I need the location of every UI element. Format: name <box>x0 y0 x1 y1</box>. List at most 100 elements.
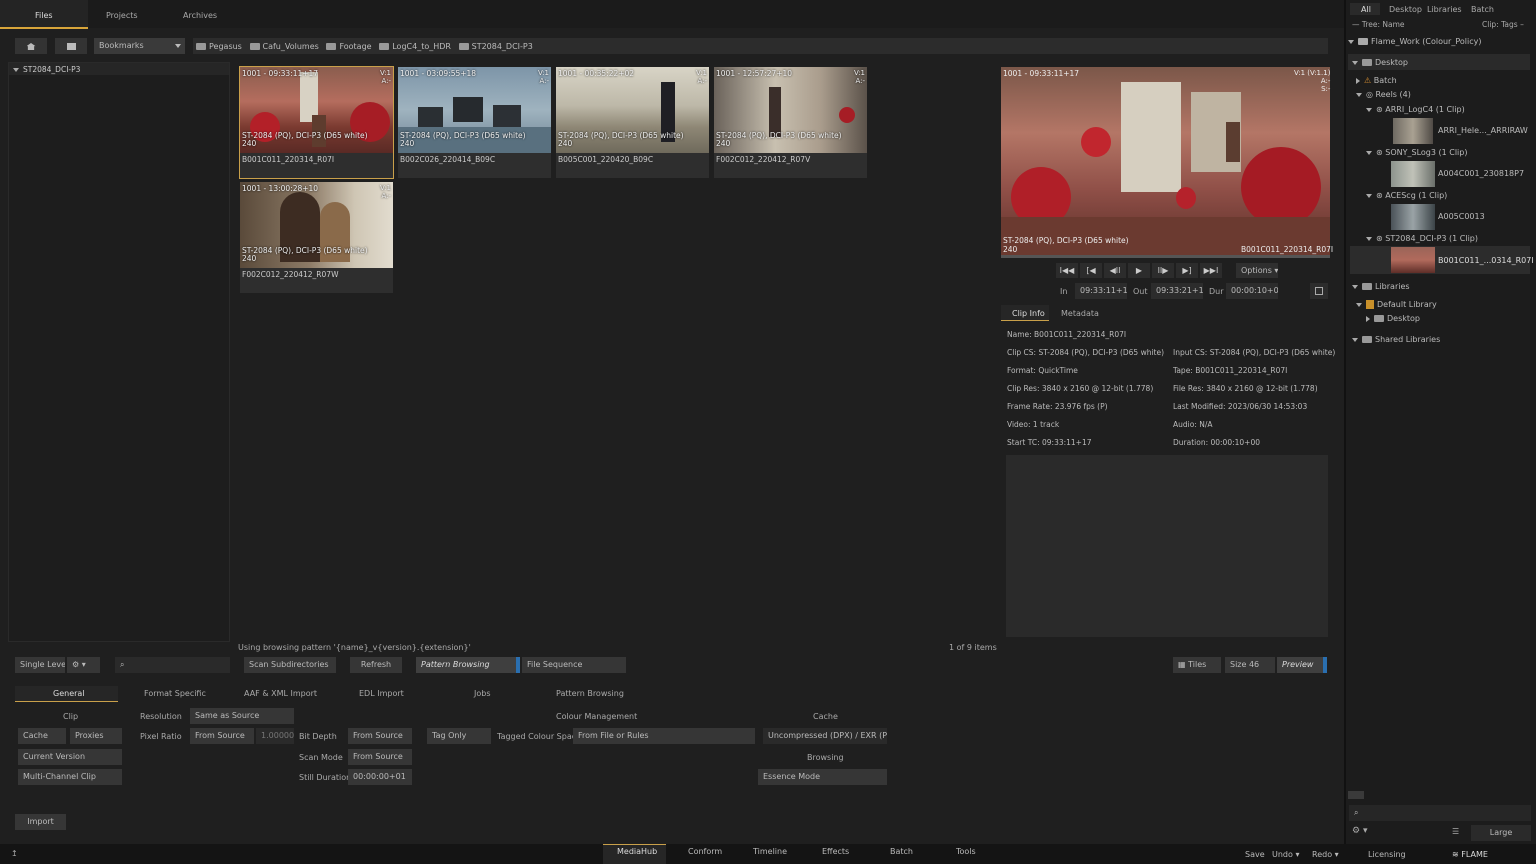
step-back-button[interactable]: ◀II <box>1104 263 1126 278</box>
multi-channel-clip-toggle[interactable]: Multi-Channel Clip <box>18 769 122 785</box>
pixel-ratio-dropdown[interactable]: From Source <box>190 728 254 744</box>
tree-libraries[interactable]: Libraries <box>1352 282 1534 296</box>
tree-shared-libraries[interactable]: Shared Libraries <box>1352 335 1534 349</box>
prev-mark-button[interactable]: [◀ <box>1080 263 1102 278</box>
tab-batch[interactable]: Batch <box>1471 5 1494 14</box>
tab-format-specific[interactable]: Format Specific <box>144 689 206 698</box>
tab-desktop[interactable]: Desktop <box>1389 5 1422 14</box>
tab-archives[interactable]: Archives <box>183 11 217 20</box>
options-dropdown[interactable]: Options ▾ <box>1236 263 1278 278</box>
tree-reels[interactable]: ◎ Reels (4) <box>1356 90 1536 104</box>
tree-library-desktop[interactable]: Desktop <box>1366 314 1536 328</box>
tab-edl-import[interactable]: EDL Import <box>359 689 404 698</box>
proxies-toggle[interactable]: Proxies <box>70 728 122 744</box>
tree-reel[interactable]: ⊛ ACEScg (1 Clip) <box>1366 191 1536 205</box>
preview-toggle[interactable]: Preview <box>1277 657 1327 673</box>
cache-toggle[interactable]: Cache <box>18 728 66 744</box>
tree-reel[interactable]: ⊛ SONY_SLog3 (1 Clip) <box>1366 148 1536 162</box>
single-level-button[interactable]: Single Level <box>15 657 65 673</box>
tree-default-library[interactable]: Default Library <box>1356 300 1536 314</box>
arrow-up-icon[interactable]: ↥ <box>11 849 18 858</box>
still-duration-field[interactable]: 00:00:00+01 <box>348 769 412 785</box>
in-timecode-field[interactable]: 09:33:11+17 <box>1075 283 1127 299</box>
tab-jobs[interactable]: Jobs <box>474 689 491 698</box>
tree-batch[interactable]: ⚠ Batch <box>1356 76 1536 90</box>
undo-button[interactable]: Undo ▾ <box>1272 850 1299 859</box>
fullscreen-button[interactable] <box>1310 283 1328 299</box>
tab-effects[interactable]: Effects <box>822 847 849 856</box>
tab-aaf-xml-import[interactable]: AAF & XML Import <box>244 689 317 698</box>
tree-clip[interactable]: B001C011_...0314_R07I <box>1438 256 1534 270</box>
clip-tile[interactable]: 1001 - 12:57:27+10 V:1 A:- ST-2084 (PQ), … <box>714 67 867 178</box>
clip-tile[interactable]: 1001 - 03:09:55+18 V:1 A:- ST-2084 (PQ), … <box>398 67 551 178</box>
current-version-dropdown[interactable]: Current Version <box>18 749 122 765</box>
tiles-button[interactable]: ▦ Tiles <box>1173 657 1221 673</box>
cache-format-dropdown[interactable]: Uncompressed (DPX) / EXR (PIZ) <box>763 728 887 744</box>
size-slider[interactable]: Size 46 <box>1225 657 1275 673</box>
tree-clip[interactable]: A004C001_230818P7 <box>1438 169 1530 183</box>
save-button[interactable]: Save <box>1245 850 1265 859</box>
resolution-dropdown[interactable]: Same as Source <box>190 708 294 724</box>
thumbnail-size-dropdown[interactable]: Large <box>1471 825 1531 841</box>
import-button[interactable]: Import <box>15 814 66 830</box>
scan-subdirectories-toggle[interactable]: Scan Subdirectories <box>244 657 336 673</box>
play-button[interactable]: ▶ <box>1128 263 1150 278</box>
settings-dropdown[interactable]: ⚙ ▾ <box>67 657 100 673</box>
preview-viewer[interactable] <box>1001 67 1330 255</box>
pattern-browsing-toggle[interactable]: Pattern Browsing <box>416 657 520 673</box>
tab-batch-bottom[interactable]: Batch <box>890 847 913 856</box>
breadcrumb-item[interactable]: Cafu_Volumes <box>263 42 319 51</box>
breadcrumb-item[interactable]: Pegasus <box>209 42 242 51</box>
essence-mode-toggle[interactable]: Essence Mode <box>758 769 887 785</box>
bit-depth-dropdown[interactable]: From Source <box>348 728 412 744</box>
tab-files[interactable]: Files <box>35 11 53 20</box>
preview-scrubber[interactable] <box>1001 255 1330 258</box>
search-input[interactable]: ⌕ <box>115 657 230 673</box>
home-button[interactable] <box>15 38 47 54</box>
tagged-colour-space-dropdown[interactable]: From File or Rules <box>573 728 755 744</box>
breadcrumb-item[interactable]: ST2084_DCI-P3 <box>472 42 533 51</box>
clip-tile[interactable]: 1001 - 09:33:11+17 V:1 A:- ST-2084 (PQ), … <box>239 66 394 179</box>
redo-button[interactable]: Redo ▾ <box>1312 850 1339 859</box>
clip-tags-label[interactable]: Clip: Tags – <box>1482 20 1524 29</box>
tree-reel[interactable]: ⊛ ARRI_LogC4 (1 Clip) <box>1366 105 1536 119</box>
tab-metadata[interactable]: Metadata <box>1061 309 1099 318</box>
tree-workspace[interactable]: Flame_Work (Colour_Policy) <box>1348 37 1530 51</box>
tab-libraries[interactable]: Libraries <box>1427 5 1462 14</box>
tag-only-dropdown[interactable]: Tag Only <box>427 728 491 744</box>
tab-mediahub[interactable]: MediaHub <box>617 847 657 856</box>
list-view-icon[interactable]: ☰ <box>1452 827 1459 836</box>
tab-conform[interactable]: Conform <box>688 847 722 856</box>
tab-general[interactable]: General <box>53 689 85 698</box>
tab-all[interactable]: All <box>1361 5 1371 14</box>
tab-clip-info[interactable]: Clip Info <box>1012 309 1045 318</box>
file-sequence-toggle[interactable]: File Sequence <box>522 657 626 673</box>
scrollbar[interactable] <box>1348 791 1364 799</box>
out-timecode-field[interactable]: 09:33:21+17 <box>1151 283 1203 299</box>
tab-projects[interactable]: Projects <box>106 11 138 20</box>
goto-end-button[interactable]: ▶▶I <box>1200 263 1222 278</box>
dur-timecode-field[interactable]: 00:00:10+00 <box>1226 283 1278 299</box>
pixel-ratio-field[interactable]: 1.000000 <box>256 728 294 744</box>
back-folder-button[interactable] <box>55 38 87 54</box>
bookmarks-dropdown[interactable]: Bookmarks <box>94 38 185 54</box>
licensing-button[interactable]: Licensing <box>1368 850 1406 859</box>
tab-tools[interactable]: Tools <box>956 847 976 856</box>
library-settings-button[interactable]: ⚙ ▾ <box>1352 826 1367 836</box>
tab-pattern-browsing[interactable]: Pattern Browsing <box>556 689 624 698</box>
next-mark-button[interactable]: ▶] <box>1176 263 1198 278</box>
goto-start-button[interactable]: I◀◀ <box>1056 263 1078 278</box>
clip-tile[interactable]: 1001 - 00:35:22+02 V:1 A:- ST-2084 (PQ), … <box>556 67 709 178</box>
step-forward-button[interactable]: II▶ <box>1152 263 1174 278</box>
tree-clip[interactable]: A005C0013 <box>1438 212 1530 226</box>
breadcrumb-item[interactable]: LogC4_to_HDR <box>392 42 451 51</box>
tree-clip[interactable]: ARRI_Hele..._ARRIRAW <box>1438 126 1530 140</box>
refresh-button[interactable]: Refresh <box>350 657 402 673</box>
clip-tile[interactable]: 1001 - 13:00:28+10 V:1 A:- ST-2084 (PQ), … <box>240 182 393 293</box>
library-search-input[interactable]: ⌕ <box>1349 805 1531 821</box>
scan-mode-dropdown[interactable]: From Source <box>348 749 412 765</box>
tree-desktop[interactable]: Desktop <box>1352 58 1534 72</box>
tab-timeline[interactable]: Timeline <box>753 847 787 856</box>
breadcrumb-item[interactable]: Footage <box>339 42 371 51</box>
folder-tree-root[interactable]: ST2084_DCI-P3 <box>13 65 80 74</box>
